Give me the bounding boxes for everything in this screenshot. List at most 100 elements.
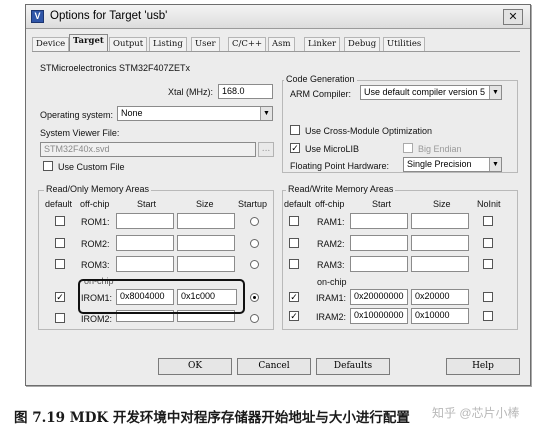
rom3-label: ROM3: — [81, 260, 110, 270]
irom2-startup-radio[interactable] — [250, 314, 259, 323]
iram1-default-checkbox[interactable]: ✓ — [289, 292, 299, 302]
rom1-startup-radio[interactable] — [250, 217, 259, 226]
ram3-noinit-checkbox[interactable] — [483, 259, 493, 269]
rom-header-offchip: off-chip — [80, 199, 110, 209]
ram2-noinit-checkbox[interactable] — [483, 238, 493, 248]
figure-caption: 图 7.19 MDK 开发环境中对程序存储器开始地址与大小进行配置 — [14, 410, 410, 426]
rom-header-default: default — [45, 199, 73, 209]
irom1-default-checkbox[interactable]: ✓ — [55, 292, 65, 302]
compiler-select[interactable]: Use default compiler version 5 ▼ — [360, 85, 502, 100]
svd-browse-button[interactable]: ... — [258, 142, 274, 157]
svd-input[interactable]: STM32F40x.svd — [40, 142, 256, 157]
tab-user[interactable]: User — [191, 37, 220, 51]
cross-module-checkbox[interactable] — [290, 125, 300, 135]
fp-label: Floating Point Hardware: — [290, 161, 390, 171]
xtal-label: Xtal (MHz): — [168, 87, 213, 97]
irom2-default-checkbox[interactable] — [55, 313, 65, 323]
iram1-start-input[interactable]: 0x20000000 — [350, 289, 408, 305]
iram2-label: IRAM2: — [316, 312, 347, 322]
svd-label: System Viewer File: — [40, 128, 120, 138]
ok-button[interactable]: OK — [158, 358, 232, 375]
rom1-start-input[interactable] — [116, 213, 174, 229]
device-name: STMicroelectronics STM32F407ZETx — [40, 63, 191, 73]
rom3-size-input[interactable] — [177, 256, 235, 272]
iram1-label: IRAM1: — [316, 293, 347, 303]
big-endian-label: Big Endian — [418, 144, 462, 154]
iram2-size-input[interactable]: 0x10000 — [411, 308, 469, 324]
iram2-noinit-checkbox[interactable] — [483, 311, 493, 321]
rom2-size-input[interactable] — [177, 235, 235, 251]
rom3-start-input[interactable] — [116, 256, 174, 272]
microlib-label: Use MicroLIB — [305, 144, 360, 154]
tab-device[interactable]: Device — [32, 37, 70, 51]
ram-header-default: default — [284, 199, 312, 209]
rom2-default-checkbox[interactable] — [55, 238, 65, 248]
custom-file-label: Use Custom File — [58, 162, 125, 172]
rom2-label: ROM2: — [81, 239, 110, 249]
irom1-highlight-box — [78, 279, 245, 314]
ram2-size-input[interactable] — [411, 235, 469, 251]
window-title: Options for Target 'usb' — [50, 10, 168, 22]
ram3-label: RAM3: — [317, 260, 345, 270]
iram1-size-input[interactable]: 0x20000 — [411, 289, 469, 305]
os-select-value: None — [121, 108, 143, 118]
rom-group-title: Read/Only Memory Areas — [44, 184, 152, 194]
rom2-startup-radio[interactable] — [250, 239, 259, 248]
ram2-label: RAM2: — [317, 239, 345, 249]
big-endian-checkbox[interactable] — [403, 143, 413, 153]
os-label: Operating system: — [40, 110, 114, 120]
rom3-default-checkbox[interactable] — [55, 259, 65, 269]
ram3-default-checkbox[interactable] — [289, 259, 299, 269]
tab-utilities[interactable]: Utilities — [383, 37, 426, 51]
dropdown-arrow-icon: ▼ — [260, 107, 272, 120]
title-bar[interactable]: V Options for Target 'usb' ✕ — [26, 5, 530, 29]
tab-debug[interactable]: Debug — [344, 37, 381, 51]
ram1-size-input[interactable] — [411, 213, 469, 229]
iram2-start-input[interactable]: 0x10000000 — [350, 308, 408, 324]
ram1-noinit-checkbox[interactable] — [483, 216, 493, 226]
cross-module-label: Use Cross-Module Optimization — [305, 126, 433, 136]
ram-header-offchip: off-chip — [315, 199, 345, 209]
iram1-noinit-checkbox[interactable] — [483, 292, 493, 302]
iram2-default-checkbox[interactable]: ✓ — [289, 311, 299, 321]
cancel-button[interactable]: Cancel — [237, 358, 311, 375]
rom3-startup-radio[interactable] — [250, 260, 259, 269]
help-button[interactable]: Help — [446, 358, 520, 375]
ram3-size-input[interactable] — [411, 256, 469, 272]
rom1-default-checkbox[interactable] — [55, 216, 65, 226]
rom-header-start: Start — [137, 199, 157, 209]
rom1-size-input[interactable] — [177, 213, 235, 229]
ram1-default-checkbox[interactable] — [289, 216, 299, 226]
irom2-label: IROM2: — [81, 314, 113, 324]
custom-file-checkbox[interactable] — [43, 161, 53, 171]
tab-listing[interactable]: Listing — [149, 37, 187, 51]
microlib-checkbox[interactable]: ✓ — [290, 143, 300, 153]
tab-asm[interactable]: Asm — [268, 37, 295, 51]
close-button[interactable]: ✕ — [503, 9, 523, 25]
ram1-start-input[interactable] — [350, 213, 408, 229]
rom1-label: ROM1: — [81, 217, 110, 227]
os-select[interactable]: None ▼ — [117, 106, 273, 121]
xtal-input[interactable]: 168.0 — [218, 84, 273, 99]
dropdown-arrow-icon: ▼ — [489, 86, 501, 99]
ram-header-start: Start — [372, 199, 392, 209]
ram2-start-input[interactable] — [350, 235, 408, 251]
compiler-label: ARM Compiler: — [290, 89, 352, 99]
ram1-label: RAM1: — [317, 217, 345, 227]
compiler-select-value: Use default compiler version 5 — [364, 87, 486, 97]
defaults-button[interactable]: Defaults — [316, 358, 390, 375]
tab-linker[interactable]: Linker — [304, 37, 341, 51]
tab-cpp[interactable]: C/C++ — [228, 37, 267, 51]
code-generation-title: Code Generation — [284, 74, 357, 84]
tab-target[interactable]: Target — [69, 34, 108, 51]
rom-header-startup: Startup — [238, 199, 268, 209]
dropdown-arrow-icon: ▼ — [489, 158, 501, 171]
ram2-default-checkbox[interactable] — [289, 238, 299, 248]
ram3-start-input[interactable] — [350, 256, 408, 272]
rom-header-size: Size — [196, 199, 214, 209]
rom2-start-input[interactable] — [116, 235, 174, 251]
irom1-startup-radio[interactable] — [250, 293, 259, 302]
tab-output[interactable]: Output — [109, 37, 148, 51]
keil-app-icon: V — [31, 10, 44, 23]
fp-select[interactable]: Single Precision ▼ — [403, 157, 502, 172]
